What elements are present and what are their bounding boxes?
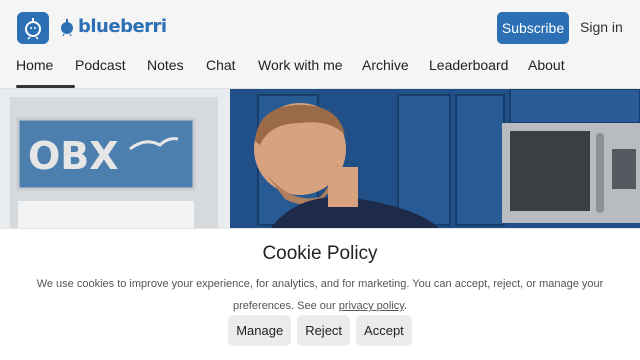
nav-item-work-with-me[interactable]: Work with me — [258, 57, 362, 89]
nav-item-archive[interactable]: Archive — [362, 57, 429, 89]
manage-button[interactable]: Manage — [228, 315, 292, 346]
nav-item-chat[interactable]: Chat — [206, 57, 258, 89]
privacy-policy-link[interactable]: privacy policy — [339, 300, 404, 312]
sign-text: OBX — [28, 134, 119, 178]
main-nav: Home Podcast Notes Chat Work with me Arc… — [16, 57, 568, 89]
nav-item-leaderboard[interactable]: Leaderboard — [429, 57, 528, 89]
signin-link[interactable]: Sign in — [580, 19, 623, 35]
cookie-text-suffix: . — [403, 300, 408, 312]
blueberry-icon — [25, 18, 41, 40]
brand-name: blueberri — [78, 16, 167, 37]
cookie-description: We use cookies to improve your experienc… — [30, 273, 610, 317]
nav-item-notes[interactable]: Notes — [147, 57, 206, 89]
reject-button[interactable]: Reject — [297, 315, 351, 346]
site-header: blueberri Subscribe Sign in Home Podcast… — [0, 0, 640, 89]
nav-item-about[interactable]: About — [528, 57, 568, 89]
logo-berry-icon — [61, 18, 73, 36]
cookie-actions: Manage Reject Accept — [0, 315, 640, 346]
cookie-text-prefix: preferences. See our — [232, 300, 339, 312]
nav-item-home[interactable]: Home — [16, 57, 75, 89]
cookie-text-line1: We use cookies to improve your experienc… — [36, 278, 604, 290]
cookie-title: Cookie Policy — [262, 243, 378, 264]
brand-logo[interactable]: blueberri — [60, 16, 167, 37]
app-icon[interactable] — [17, 12, 49, 44]
nav-item-podcast[interactable]: Podcast — [75, 57, 147, 89]
hero-image[interactable]: OBX — [0, 89, 640, 229]
subscribe-button[interactable]: Subscribe — [497, 12, 569, 44]
cookie-text-line2: preferences. See our privacy policy. — [30, 295, 610, 317]
cookie-banner: Cookie Policy We use cookies to improve … — [0, 228, 640, 360]
accept-button[interactable]: Accept — [356, 315, 412, 346]
